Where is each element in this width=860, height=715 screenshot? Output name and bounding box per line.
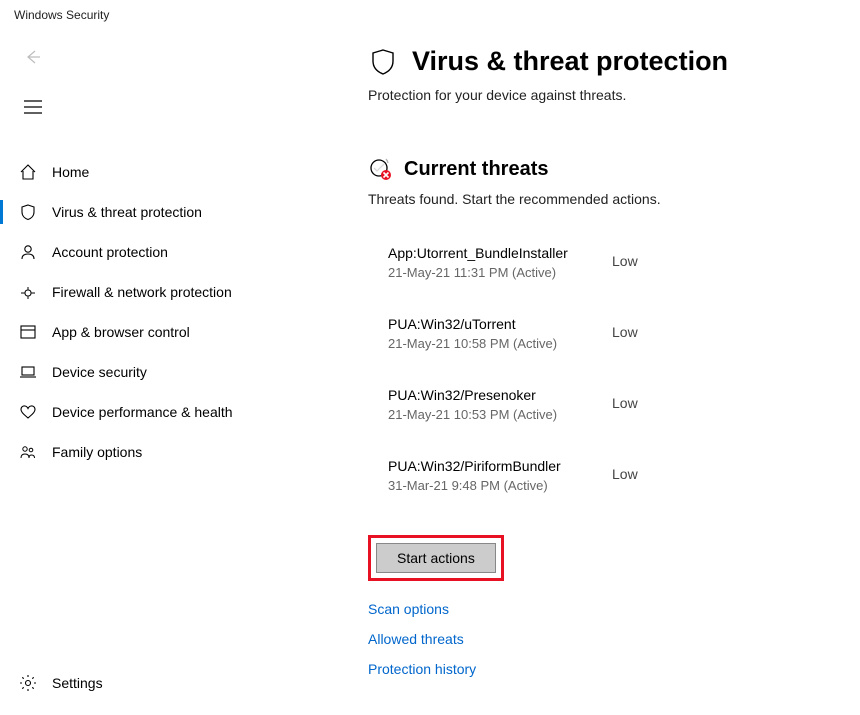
- section-subtitle: Threats found. Start the recommended act…: [368, 191, 840, 207]
- content-pane: Virus & threat protection Protection for…: [340, 28, 860, 715]
- sidebar-item-settings[interactable]: Settings: [0, 663, 340, 703]
- heart-icon: [18, 402, 38, 422]
- threat-info: PUA:Win32/uTorrent 21-May-21 10:58 PM (A…: [388, 316, 612, 351]
- sidebar-item-label: Virus & threat protection: [52, 204, 202, 220]
- threat-meta: 21-May-21 10:58 PM (Active): [388, 336, 612, 351]
- start-actions-button[interactable]: Start actions: [376, 543, 496, 573]
- nav-list: Home Virus & threat protection Account p…: [0, 152, 340, 472]
- threat-warning-icon: [368, 157, 392, 181]
- threat-meta: 31-Mar-21 9:48 PM (Active): [388, 478, 612, 493]
- gear-icon: [18, 673, 38, 693]
- sidebar-item-account-protection[interactable]: Account protection: [0, 232, 340, 272]
- sidebar-item-family[interactable]: Family options: [0, 432, 340, 472]
- threat-row[interactable]: App:Utorrent_BundleInstaller 21-May-21 1…: [388, 245, 840, 280]
- back-button[interactable]: [18, 42, 48, 72]
- threat-meta: 21-May-21 11:31 PM (Active): [388, 265, 612, 280]
- sidebar-item-device-security[interactable]: Device security: [0, 352, 340, 392]
- shield-icon: [18, 202, 38, 222]
- sidebar-item-label: Account protection: [52, 244, 168, 260]
- sidebar-item-firewall[interactable]: Firewall & network protection: [0, 272, 340, 312]
- sidebar-item-label: Firewall & network protection: [52, 284, 232, 300]
- back-arrow-icon: [23, 47, 43, 67]
- nav-pane: Home Virus & threat protection Account p…: [0, 28, 340, 715]
- page-header: Virus & threat protection: [368, 46, 840, 77]
- threat-severity: Low: [612, 316, 638, 340]
- scan-options-link[interactable]: Scan options: [368, 601, 840, 617]
- sidebar-item-virus-threat[interactable]: Virus & threat protection: [0, 192, 340, 232]
- network-icon: [18, 282, 38, 302]
- threat-severity: Low: [612, 245, 638, 269]
- section-title: Current threats: [404, 158, 548, 181]
- threat-severity: Low: [612, 387, 638, 411]
- sidebar-item-device-performance[interactable]: Device performance & health: [0, 392, 340, 432]
- browser-icon: [18, 322, 38, 342]
- threat-row[interactable]: PUA:Win32/uTorrent 21-May-21 10:58 PM (A…: [388, 316, 840, 351]
- window-title: Windows Security: [0, 0, 860, 28]
- allowed-threats-link[interactable]: Allowed threats: [368, 631, 840, 647]
- protection-history-link[interactable]: Protection history: [368, 661, 840, 677]
- threat-name: PUA:Win32/PiriformBundler: [388, 458, 612, 474]
- shield-icon: [368, 47, 398, 77]
- hamburger-icon: [24, 100, 42, 114]
- current-threats-section: Current threats Threats found. Start the…: [368, 157, 840, 677]
- start-actions-highlight: Start actions: [368, 535, 504, 581]
- threat-severity: Low: [612, 458, 638, 482]
- home-icon: [18, 162, 38, 182]
- hamburger-button[interactable]: [18, 92, 48, 122]
- threat-name: PUA:Win32/Presenoker: [388, 387, 612, 403]
- threat-info: PUA:Win32/PiriformBundler 31-Mar-21 9:48…: [388, 458, 612, 493]
- section-header: Current threats: [368, 157, 840, 181]
- person-icon: [18, 242, 38, 262]
- threat-meta: 21-May-21 10:53 PM (Active): [388, 407, 612, 422]
- sidebar-item-label: Home: [52, 164, 89, 180]
- threat-row[interactable]: PUA:Win32/Presenoker 21-May-21 10:53 PM …: [388, 387, 840, 422]
- threat-row[interactable]: PUA:Win32/PiriformBundler 31-Mar-21 9:48…: [388, 458, 840, 493]
- family-icon: [18, 442, 38, 462]
- page-subtitle: Protection for your device against threa…: [368, 87, 840, 103]
- threat-list: App:Utorrent_BundleInstaller 21-May-21 1…: [368, 245, 840, 493]
- sidebar-item-label: Device security: [52, 364, 147, 380]
- threat-info: App:Utorrent_BundleInstaller 21-May-21 1…: [388, 245, 612, 280]
- sidebar-item-label: Family options: [52, 444, 142, 460]
- sidebar-item-app-browser[interactable]: App & browser control: [0, 312, 340, 352]
- sidebar-item-label: Settings: [52, 675, 103, 691]
- threat-name: PUA:Win32/uTorrent: [388, 316, 612, 332]
- sidebar-item-label: App & browser control: [52, 324, 190, 340]
- page-title: Virus & threat protection: [412, 46, 728, 77]
- sidebar-item-label: Device performance & health: [52, 404, 233, 420]
- threat-links: Scan options Allowed threats Protection …: [368, 601, 840, 677]
- threat-info: PUA:Win32/Presenoker 21-May-21 10:53 PM …: [388, 387, 612, 422]
- laptop-icon: [18, 362, 38, 382]
- sidebar-item-home[interactable]: Home: [0, 152, 340, 192]
- threat-name: App:Utorrent_BundleInstaller: [388, 245, 612, 261]
- app-body: Home Virus & threat protection Account p…: [0, 28, 860, 715]
